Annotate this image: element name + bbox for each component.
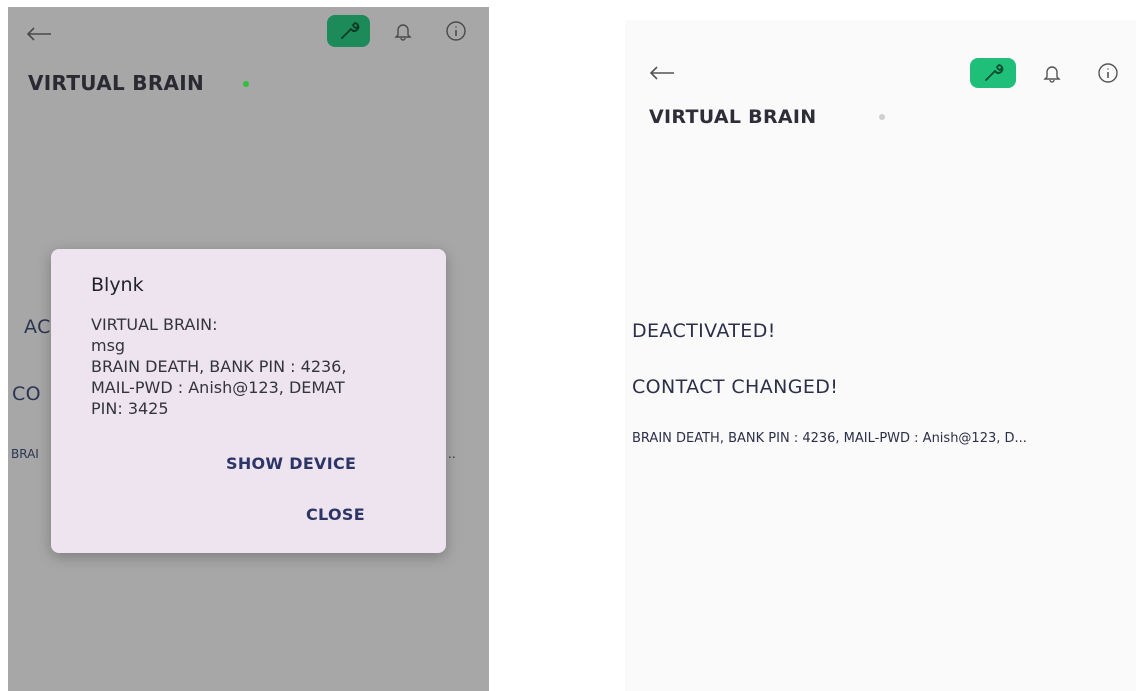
left-screen: VIRTUAL BRAIN AC CO BRAI .. Blynk VIRTUA… <box>8 7 489 691</box>
bell-icon[interactable] <box>393 21 413 41</box>
info-icon[interactable] <box>445 20 467 42</box>
close-button[interactable]: CLOSE <box>306 505 365 524</box>
device-title: VIRTUAL BRAIN <box>649 106 817 128</box>
offline-status-dot <box>879 114 885 120</box>
show-device-button[interactable]: SHOW DEVICE <box>226 454 356 473</box>
dialog-line: BRAIN DEATH, BANK PIN : 4236, <box>91 357 347 376</box>
wrench-button[interactable] <box>970 58 1016 88</box>
online-status-dot <box>243 81 249 87</box>
contact-changed-label: CONTACT CHANGED! <box>632 376 839 398</box>
dialog-line: PIN: 3425 <box>91 399 169 418</box>
message-label-partial: BRAI <box>11 447 39 461</box>
arrow-left-icon[interactable] <box>649 66 675 80</box>
dialog-message: VIRTUAL BRAIN: msg BRAIN DEATH, BANK PIN… <box>91 314 421 419</box>
message-label-ellipsis: .. <box>448 447 456 461</box>
arrow-left-icon[interactable] <box>26 27 52 41</box>
bell-icon[interactable] <box>1042 63 1062 83</box>
info-icon[interactable] <box>1097 62 1119 84</box>
blynk-dialog: Blynk VIRTUAL BRAIN: msg BRAIN DEATH, BA… <box>51 249 446 553</box>
message-label: BRAIN DEATH, BANK PIN : 4236, MAIL-PWD :… <box>632 431 1027 446</box>
contact-label-partial: CO <box>12 383 42 405</box>
status-label-partial: AC <box>24 316 51 338</box>
wrench-button[interactable] <box>327 15 370 47</box>
device-title: VIRTUAL BRAIN <box>28 71 205 95</box>
deactivated-label: DEACTIVATED! <box>632 320 776 342</box>
dialog-title: Blynk <box>91 274 144 296</box>
right-screen: VIRTUAL BRAIN DEACTIVATED! CONTACT CHANG… <box>625 20 1136 691</box>
dialog-line: msg <box>91 336 126 355</box>
wrench-icon <box>982 62 1004 84</box>
wrench-icon <box>338 20 360 42</box>
dialog-line: VIRTUAL BRAIN: <box>91 315 218 334</box>
dialog-line: MAIL-PWD : Anish@123, DEMAT <box>91 378 345 397</box>
